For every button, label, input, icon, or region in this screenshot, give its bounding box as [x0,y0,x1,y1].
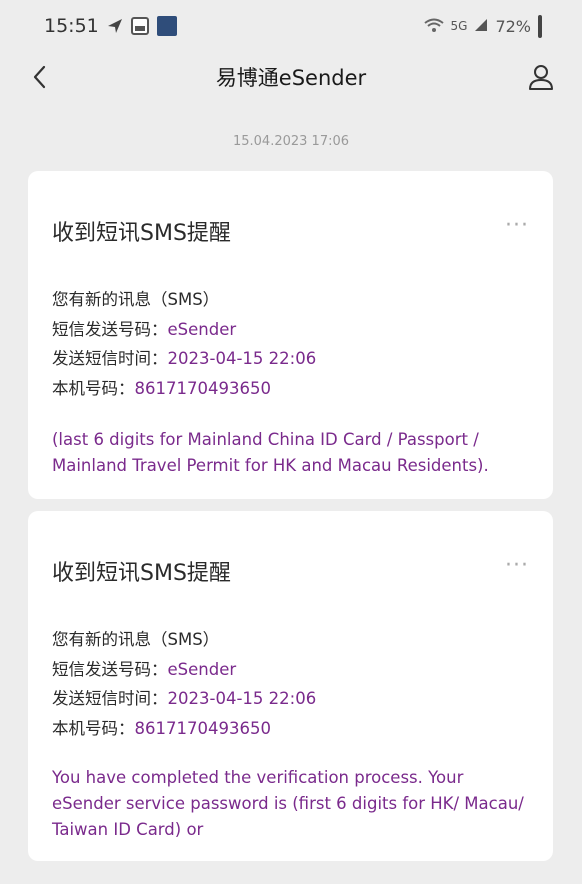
detail-line: 本机号码：8617170493650 [52,374,533,404]
card-title: 收到短讯SMS提醒 [52,221,231,246]
battery-icon [538,14,542,38]
detail-line: 发送短信时间：2023-04-15 22:06 [52,344,533,374]
nav-bar: 易博通eSender [0,52,582,102]
message-timestamp: 15.04.2023 17:06 [232,134,350,149]
navigation-arrow-icon [107,16,123,36]
card-details: 您有新的讯息（SMS） 短信发送号码：eSender 发送短信时间：2023-0… [52,285,533,403]
detail-value: 2023-04-15 22:06 [167,689,317,708]
detail-label: 您有新的讯息（SMS） [52,290,220,309]
detail-value: eSender [167,319,237,339]
wifi-icon [423,17,444,36]
detail-value: eSender [167,659,237,679]
battery-percent: 72% [495,16,531,36]
card-note: (last 6 digits for Mainland China ID Car… [52,430,489,475]
detail-label: 发送短信时间： [52,349,168,368]
image-icon [130,16,149,36]
detail-value: 2023-04-15 22:06 [167,349,317,368]
status-left: 15:51 [44,15,177,37]
detail-line: 短信发送号码：eSender [52,315,533,345]
person-icon [529,65,553,90]
more-button[interactable]: ··· [505,553,529,578]
profile-button[interactable] [524,60,558,94]
back-button[interactable] [24,62,54,92]
detail-value: 8617170493650 [134,718,271,738]
card-title: 收到短讯SMS提醒 [52,561,231,586]
status-bar: 15:51 5G 72% [0,0,582,52]
detail-line: 您有新的讯息（SMS） [52,285,533,315]
app-notification-icon [156,16,177,36]
status-time: 15:51 [44,15,99,37]
detail-line: 您有新的讯息（SMS） [52,625,533,655]
detail-label: 短信发送号码： [52,319,168,339]
detail-value: 8617170493650 [134,378,271,398]
chevron-left-icon [33,65,46,89]
more-button[interactable]: ··· [505,213,529,238]
detail-label: 发送短信时间： [52,689,168,708]
detail-label: 本机号码： [52,378,135,398]
message-card[interactable]: 收到短讯SMS提醒 ··· 您有新的讯息（SMS） 短信发送号码：eSender… [28,171,553,499]
detail-line: 短信发送号码：eSender [52,655,533,685]
message-card[interactable]: 收到短讯SMS提醒 ··· 您有新的讯息（SMS） 短信发送号码：eSender… [28,511,553,861]
card-note: You have completed the verification proc… [52,768,524,839]
detail-label: 您有新的讯息（SMS） [52,630,220,649]
card-details: 您有新的讯息（SMS） 短信发送号码：eSender 发送短信时间：2023-0… [52,625,533,743]
page-title: 易博通eSender [215,66,367,90]
detail-line: 发送短信时间：2023-04-15 22:06 [52,684,533,714]
signal-icon [474,17,488,36]
detail-label: 短信发送号码： [52,659,168,679]
detail-line: 本机号码：8617170493650 [52,714,533,744]
signal-type: 5G [450,19,468,33]
detail-label: 本机号码： [52,718,135,738]
status-right: 5G 72% [423,14,542,38]
